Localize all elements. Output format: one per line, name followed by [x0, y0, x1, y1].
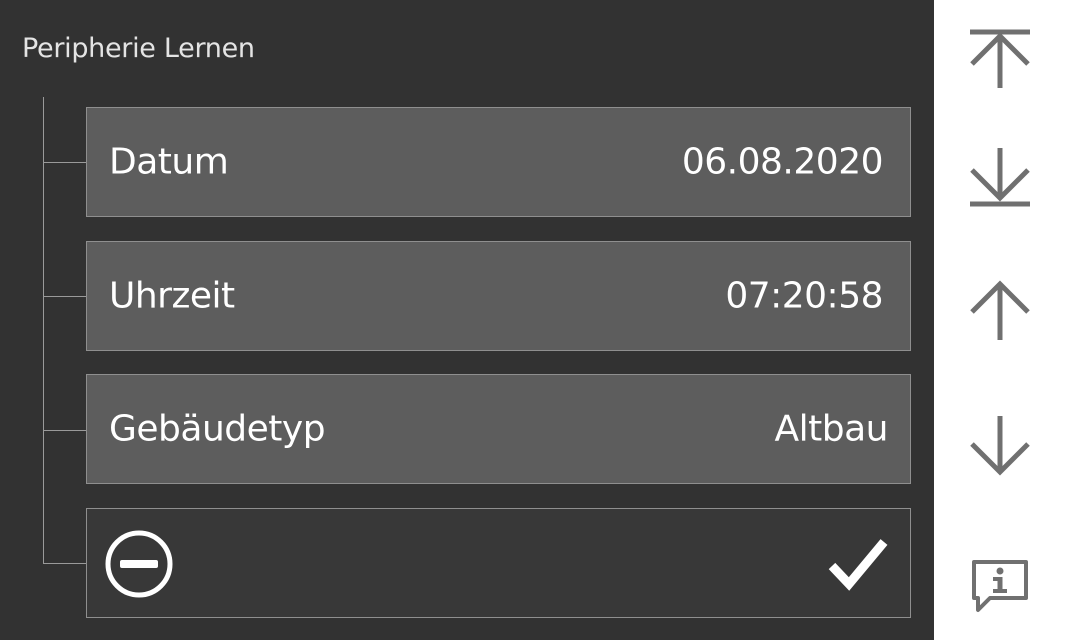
- arrow-down-icon: [970, 416, 1030, 476]
- page-title: Peripherie Lernen: [22, 33, 255, 64]
- row-datum[interactable]: Datum 06.08.2020: [86, 107, 911, 217]
- row-gebaeudetyp-value: Altbau: [774, 408, 889, 450]
- tree-branch-actions: [43, 563, 86, 564]
- row-uhrzeit-value: 07:20:58: [725, 275, 883, 317]
- jump-to-bottom-icon: [970, 148, 1030, 207]
- tree-connector-line: [43, 97, 44, 563]
- jump-to-top-button[interactable]: [960, 16, 1040, 96]
- tree-branch-gebaeudetyp: [43, 430, 86, 431]
- jump-to-top-icon: [970, 29, 1030, 88]
- scroll-up-button[interactable]: [960, 272, 1040, 352]
- checkmark-icon[interactable]: [828, 536, 888, 592]
- tree-branch-datum: [43, 162, 86, 163]
- main-panel: Peripherie Lernen Datum 06.08.2020 Uhrze…: [0, 0, 934, 640]
- sidebar: [934, 0, 1067, 640]
- screen: Peripherie Lernen Datum 06.08.2020 Uhrze…: [0, 0, 1067, 640]
- row-gebaeudetyp-label: Gebäudetyp: [109, 408, 326, 450]
- row-datum-value: 06.08.2020: [681, 141, 884, 183]
- action-row: [86, 508, 911, 618]
- jump-to-bottom-button[interactable]: [960, 140, 1040, 220]
- info-button[interactable]: [960, 548, 1040, 628]
- row-uhrzeit-label: Uhrzeit: [109, 275, 235, 317]
- row-gebaeudetyp[interactable]: Gebäudetyp Altbau: [86, 374, 911, 484]
- minus-circle-icon[interactable]: [104, 529, 174, 599]
- info-message-icon: [972, 560, 1028, 612]
- scroll-down-button[interactable]: [960, 404, 1040, 484]
- arrow-up-icon: [970, 280, 1030, 340]
- tree-branch-uhrzeit: [43, 296, 86, 297]
- row-uhrzeit[interactable]: Uhrzeit 07:20:58: [86, 241, 911, 351]
- row-datum-label: Datum: [109, 141, 229, 183]
